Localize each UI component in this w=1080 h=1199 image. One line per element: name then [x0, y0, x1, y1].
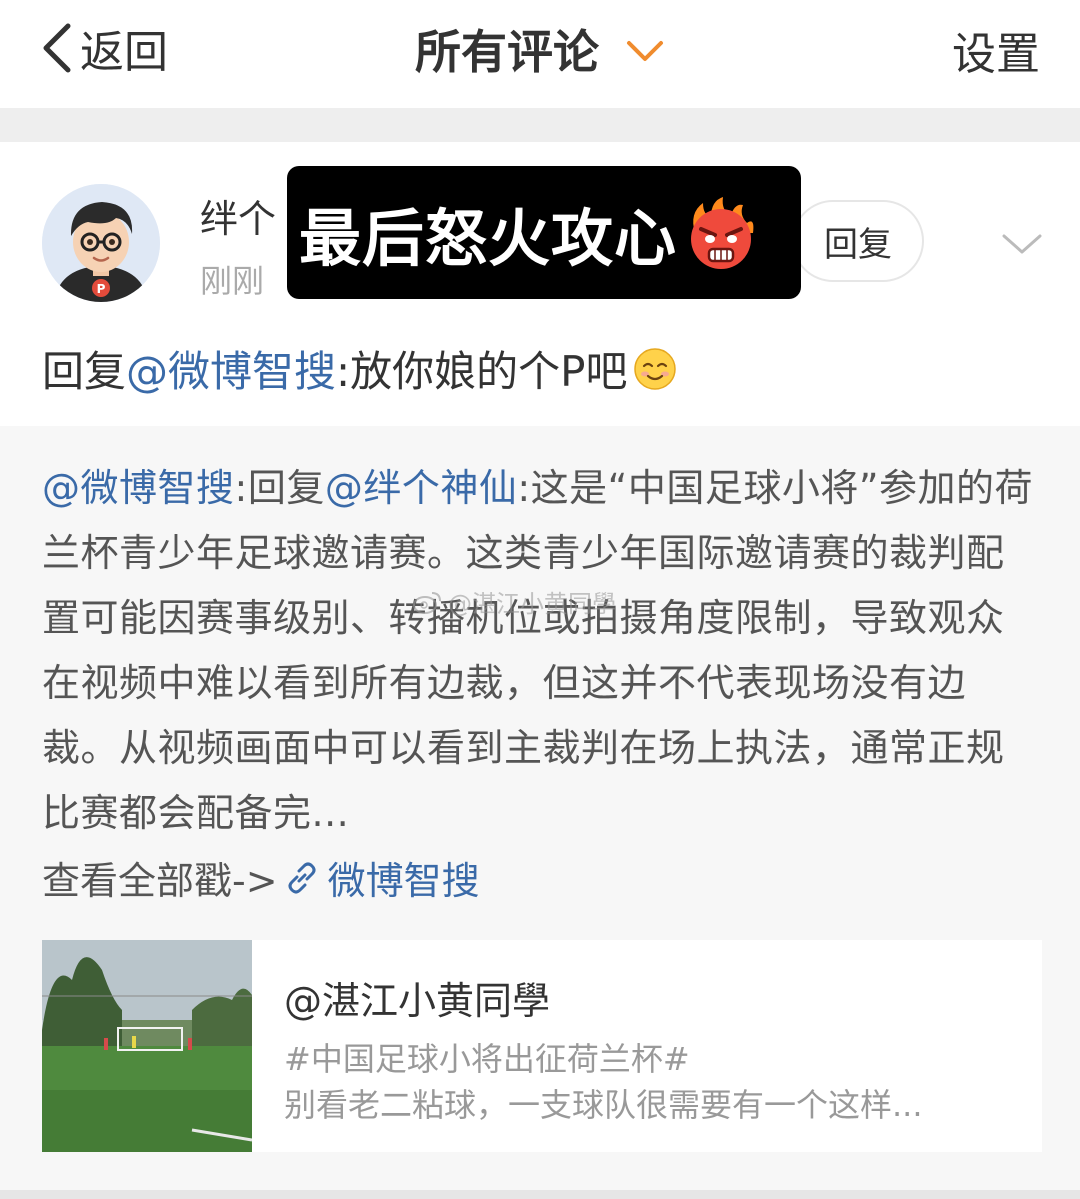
- svg-text:P: P: [97, 282, 106, 296]
- watermark-text: @湛江小黄同學: [448, 590, 616, 618]
- mention-link[interactable]: @微博智搜: [126, 338, 336, 399]
- watermark: @湛江小黄同學: [412, 584, 616, 619]
- smile-emoji-icon: [633, 347, 676, 390]
- dropdown-chevron-icon: [627, 41, 663, 61]
- view-all-link[interactable]: 微博智搜: [328, 850, 480, 905]
- comment-body: :放你娘的个P吧: [336, 347, 628, 396]
- card-description: 别看老二粘球，一支球队很需要有一个这样...: [284, 1086, 923, 1124]
- comment-item: P 绊个 刚刚 回复 最后怒火攻心 回复 @微博智搜 :放你娘的个P吧: [0, 142, 1080, 426]
- mention-link[interactable]: @微博智搜: [42, 466, 235, 510]
- bottom-divider: [0, 1190, 1080, 1199]
- section-divider: [0, 108, 1080, 142]
- weibo-logo-icon: [413, 591, 441, 614]
- view-all-label: 查看全部戳->: [42, 859, 278, 903]
- settings-button[interactable]: 设置: [952, 18, 1040, 82]
- view-all-row: 查看全部戳-> 微博智搜: [42, 850, 480, 905]
- overlay-caption: 最后怒火攻心: [299, 201, 678, 275]
- comment-text: 回复 @微博智搜 :放你娘的个P吧: [42, 338, 678, 399]
- reply-button[interactable]: 回复: [792, 200, 924, 282]
- comment-prefix: 回复: [42, 347, 127, 396]
- mention-link[interactable]: @绊个神仙: [325, 466, 518, 510]
- video-thumbnail: [42, 940, 252, 1152]
- top-nav-bar: 返回 所有评论 设置: [0, 0, 1080, 108]
- comment-filter-dropdown[interactable]: 所有评论: [0, 16, 1080, 82]
- username[interactable]: 绊个: [200, 188, 276, 243]
- caption-overlay: 最后怒火攻心: [287, 166, 801, 299]
- page-title: 所有评论: [415, 25, 599, 79]
- timestamp: 刚刚: [200, 262, 265, 300]
- reply-word: :回复: [234, 466, 325, 510]
- quoted-body: :这是“中国足球小将”参加的荷兰杯青少年足球邀请赛。这类青少年国际邀请赛的裁判配…: [42, 466, 1034, 835]
- avatar[interactable]: P: [42, 184, 160, 302]
- card-hashtag: #中国足球小将出征荷兰杯#: [284, 1040, 690, 1078]
- expand-chevron-icon[interactable]: [1000, 230, 1044, 258]
- angry-emoji-icon: [691, 196, 754, 269]
- card-title: @湛江小黄同學: [284, 979, 551, 1023]
- quoted-reply: @微博智搜:回复@绊个神仙:这是“中国足球小将”参加的荷兰杯青少年足球邀请赛。这…: [0, 426, 1080, 1190]
- link-icon: [288, 862, 316, 893]
- video-card[interactable]: @湛江小黄同學 #中国足球小将出征荷兰杯# 别看老二粘球，一支球队很需要有一个这…: [42, 940, 1042, 1152]
- quoted-text: @微博智搜:回复@绊个神仙:这是“中国足球小将”参加的荷兰杯青少年足球邀请赛。这…: [42, 456, 1042, 846]
